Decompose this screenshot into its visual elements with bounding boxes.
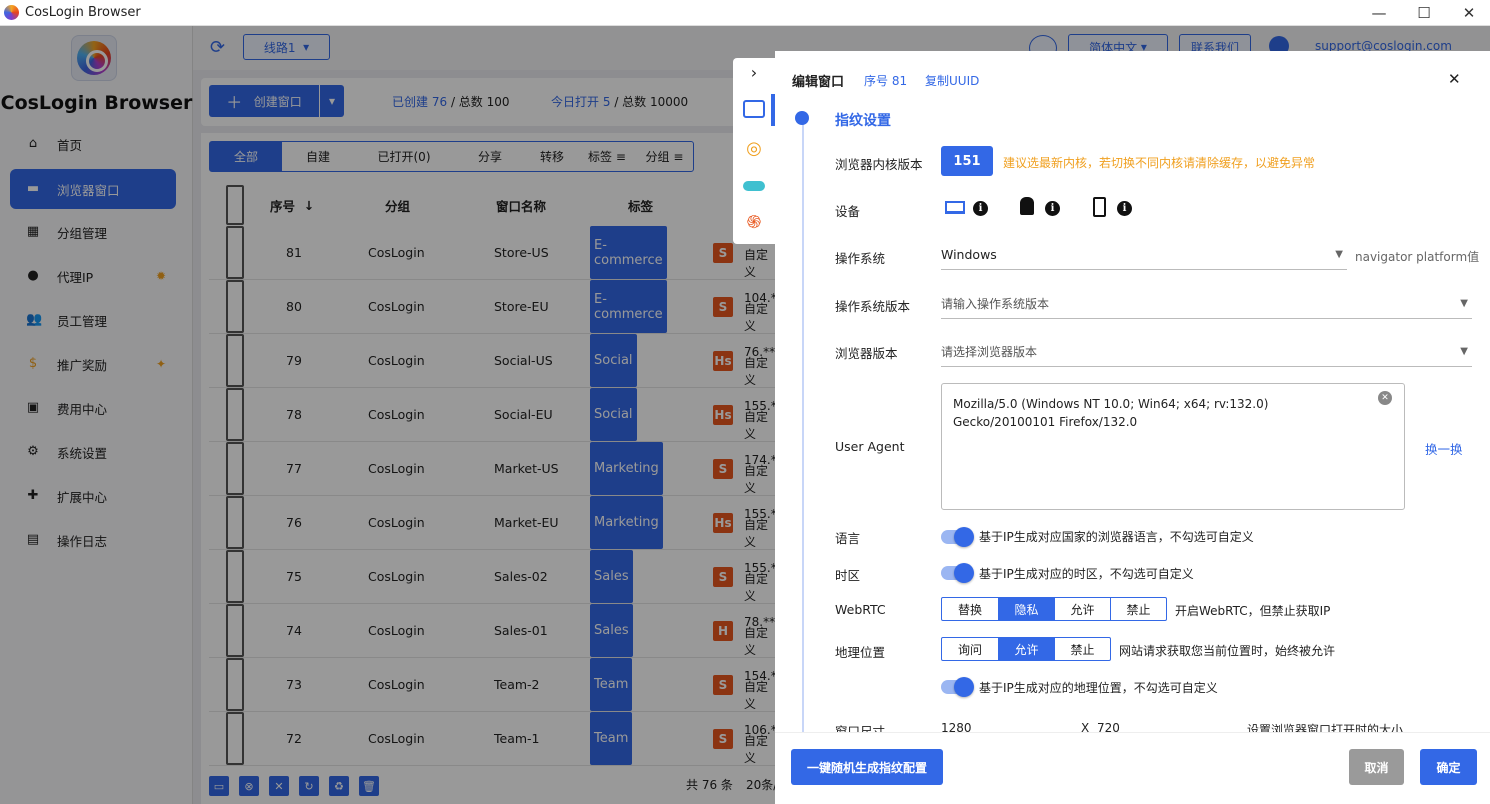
os-select[interactable]: Windows ▼ xyxy=(941,240,1347,270)
geo-block[interactable]: 禁止 xyxy=(1055,638,1110,660)
laptop-icon[interactable] xyxy=(945,201,965,214)
os-version-input[interactable]: 请输入操作系统版本 ▼ xyxy=(941,289,1472,319)
edit-window-dialog: 编辑窗口 序号 81 复制UUID ✕ 指纹设置 浏览器内核版本 151 建议选… xyxy=(775,51,1490,804)
geo-segmented: 询问 允许 禁止 xyxy=(941,637,1111,661)
browser-version-select[interactable]: 请选择浏览器版本 ▼ xyxy=(941,337,1472,367)
webrtc-block[interactable]: 禁止 xyxy=(1111,598,1166,620)
section-title: 指纹设置 xyxy=(835,113,891,129)
toggle-settings-icon[interactable] xyxy=(742,174,766,198)
webrtc-replace[interactable]: 替换 xyxy=(942,598,999,620)
os-value: Windows xyxy=(941,247,997,262)
dialog-title: 编辑窗口 xyxy=(792,75,845,90)
webrtc-label: WebRTC xyxy=(835,602,886,617)
browser-version-placeholder: 请选择浏览器版本 xyxy=(941,345,1038,359)
language-label: 语言 xyxy=(835,531,861,546)
language-desc: 基于IP生成对应国家的浏览器语言，不勾选可自定义 xyxy=(979,530,1254,544)
geo-label: 地理位置 xyxy=(835,645,886,660)
dialog-serial: 序号 81 xyxy=(864,74,908,88)
geo-ip-toggle[interactable] xyxy=(941,677,974,697)
kernel-label: 浏览器内核版本 xyxy=(835,157,923,172)
dialog-nav-strip: › ◎ ֍ xyxy=(733,58,775,244)
close-window-button[interactable]: ✕ xyxy=(1444,0,1490,26)
kernel-hint: 建议选最新内核，若切换不同内核请清除缓存，以避免异常 xyxy=(1003,156,1316,170)
fingerprint-icon[interactable]: ֍ xyxy=(742,210,766,234)
cancel-button[interactable]: 取消 xyxy=(1349,749,1404,785)
app-logo-icon xyxy=(4,5,19,20)
timezone-label: 时区 xyxy=(835,568,861,583)
geo-ask[interactable]: 询问 xyxy=(942,638,999,660)
user-agent-textarea[interactable]: Mozilla/5.0 (Windows NT 10.0; Win64; x64… xyxy=(941,383,1405,510)
info-icon[interactable]: i xyxy=(973,201,988,216)
ua-refresh-link[interactable]: 换一换 xyxy=(1425,439,1463,458)
caret-down-icon: ▼ xyxy=(1460,298,1468,309)
info-icon[interactable]: i xyxy=(1117,201,1132,216)
fingerprint-settings-icon[interactable] xyxy=(743,100,765,118)
webrtc-allow[interactable]: 允许 xyxy=(1055,598,1111,620)
random-fingerprint-button[interactable]: 一键随机生成指纹配置 xyxy=(791,749,943,785)
browser-version-label: 浏览器版本 xyxy=(835,346,898,361)
title-bar: CosLogin Browser — ☐ ✕ xyxy=(0,0,1490,26)
kernel-version-button[interactable]: 151 xyxy=(941,146,993,176)
timezone-desc: 基于IP生成对应的时区，不勾选可自定义 xyxy=(979,567,1194,581)
geo-desc: 网站请求获取您当前位置时，始终被允许 xyxy=(1119,644,1336,658)
search-location-icon[interactable]: ◎ xyxy=(742,136,766,160)
os-hint: navigator platform值 xyxy=(1355,250,1480,264)
chevron-right-icon[interactable]: › xyxy=(742,60,766,84)
webrtc-segmented: 替换 隐私 允许 禁止 xyxy=(941,597,1167,621)
minimize-button[interactable]: — xyxy=(1354,0,1404,26)
geo-ip-desc: 基于IP生成对应的地理位置，不勾选可自定义 xyxy=(979,681,1218,695)
copy-uuid-link[interactable]: 复制UUID xyxy=(925,72,979,89)
os-version-placeholder: 请输入操作系统版本 xyxy=(941,297,1050,311)
webrtc-desc: 开启WebRTC，但禁止获取IP xyxy=(1175,604,1331,618)
user-agent-label: User Agent xyxy=(835,439,905,454)
os-label: 操作系统 xyxy=(835,251,886,266)
clear-icon[interactable]: ✕ xyxy=(1378,391,1392,405)
android-icon[interactable] xyxy=(1020,197,1034,215)
maximize-button[interactable]: ☐ xyxy=(1399,0,1449,26)
timezone-toggle[interactable] xyxy=(941,563,974,583)
geo-allow[interactable]: 允许 xyxy=(999,638,1055,660)
info-icon[interactable]: i xyxy=(1045,201,1060,216)
section-line xyxy=(802,121,804,741)
language-toggle[interactable] xyxy=(941,527,974,547)
close-icon[interactable]: ✕ xyxy=(1448,70,1461,88)
confirm-button[interactable]: 确定 xyxy=(1420,749,1477,785)
caret-down-icon: ▼ xyxy=(1335,249,1343,260)
mobile-icon[interactable] xyxy=(1093,197,1106,217)
device-label: 设备 xyxy=(835,204,861,219)
section-dot xyxy=(795,111,809,125)
window-title: CosLogin Browser xyxy=(25,5,141,20)
webrtc-privacy[interactable]: 隐私 xyxy=(999,598,1055,620)
caret-down-icon: ▼ xyxy=(1460,346,1468,357)
os-version-label: 操作系统版本 xyxy=(835,299,911,314)
